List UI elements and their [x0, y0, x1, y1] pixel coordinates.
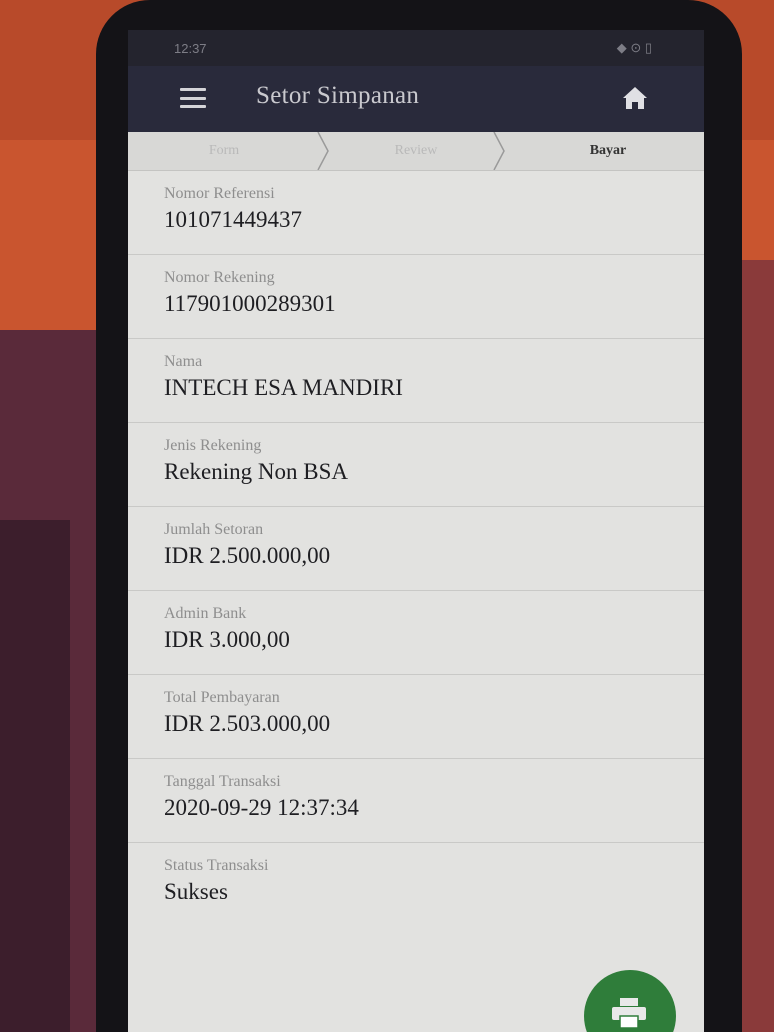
field-jenis-rekening: Jenis Rekening Rekening Non BSA — [128, 423, 704, 507]
field-label: Total Pembayaran — [164, 689, 280, 706]
print-button[interactable] — [584, 970, 676, 1032]
step-form-label: Form — [208, 143, 240, 158]
field-tanggal-transaksi: Tanggal Transaksi 2020-09-29 12:37:34 — [128, 759, 704, 843]
step-form: Form — [128, 132, 320, 170]
field-admin-bank: Admin Bank IDR 3.000,00 — [128, 591, 704, 675]
chevron-right-icon — [317, 132, 329, 170]
field-label: Status Transaksi — [164, 857, 269, 874]
field-value: IDR 2.500.000,00 — [164, 543, 331, 568]
print-icon — [612, 998, 646, 1028]
background-left-shadow — [0, 520, 70, 1032]
phone-screen: 12:37 ◆ ⊙ ▯ Setor Simpanan Form Review B… — [128, 30, 704, 1032]
field-value: 117901000289301 — [164, 291, 336, 316]
field-value: IDR 3.000,00 — [164, 627, 290, 652]
home-icon[interactable] — [622, 86, 648, 110]
chevron-right-icon — [493, 132, 505, 170]
field-nomor-rekening: Nomor Rekening 117901000289301 — [128, 255, 704, 339]
step-review: Review — [320, 132, 512, 170]
field-value: IDR 2.503.000,00 — [164, 711, 331, 736]
field-label: Nomor Referensi — [164, 185, 275, 202]
field-nama: Nama INTECH ESA MANDIRI — [128, 339, 704, 423]
field-label: Tanggal Transaksi — [164, 773, 281, 790]
step-indicator: Form Review Bayar — [128, 132, 704, 171]
step-bayar: Bayar — [512, 132, 704, 170]
field-label: Admin Bank — [164, 605, 247, 622]
field-status-transaksi: Status Transaksi Sukses — [128, 843, 704, 927]
status-time: 12:37 — [174, 40, 207, 56]
hamburger-menu-icon[interactable] — [180, 88, 206, 108]
status-indicators: ◆ ⊙ ▯ — [616, 40, 652, 55]
field-label: Nomor Rekening — [164, 269, 275, 286]
field-value: 101071449437 — [164, 207, 302, 232]
step-bayar-label: Bayar — [589, 143, 627, 158]
field-value: Sukses — [164, 879, 228, 904]
field-label: Jumlah Setoran — [164, 521, 264, 538]
step-review-label: Review — [394, 143, 438, 158]
field-label: Nama — [164, 353, 203, 370]
status-bar: 12:37 ◆ ⊙ ▯ — [128, 30, 704, 66]
field-label: Jenis Rekening — [164, 437, 262, 454]
field-nomor-referensi: Nomor Referensi 101071449437 — [128, 171, 704, 255]
app-bar: Setor Simpanan — [128, 66, 704, 132]
field-value: 2020-09-29 12:37:34 — [164, 795, 359, 820]
field-value: Rekening Non BSA — [164, 459, 348, 484]
page-title: Setor Simpanan — [256, 82, 420, 109]
field-jumlah-setoran: Jumlah Setoran IDR 2.500.000,00 — [128, 507, 704, 591]
field-total-pembayaran: Total Pembayaran IDR 2.503.000,00 — [128, 675, 704, 759]
field-value: INTECH ESA MANDIRI — [164, 375, 403, 400]
